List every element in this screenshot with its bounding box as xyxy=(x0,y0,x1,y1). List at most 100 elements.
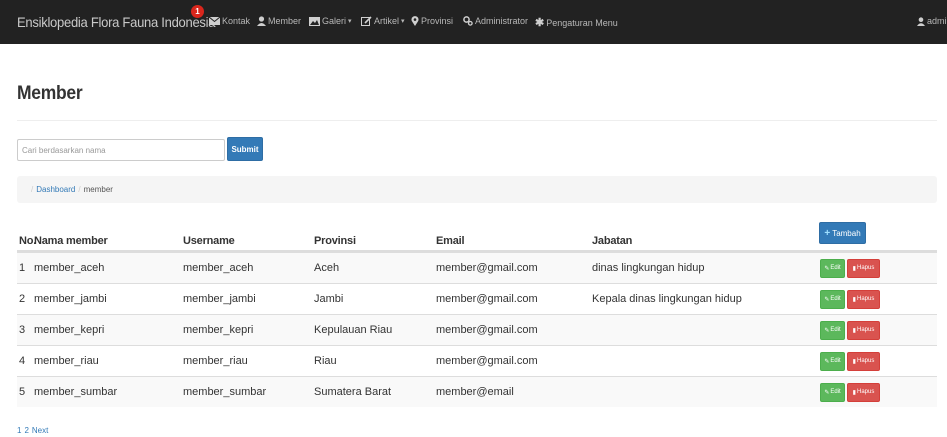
nav-galeri-label: Galeri xyxy=(322,16,347,26)
delete-label: Hapus xyxy=(856,327,875,333)
nav-artikel[interactable]: Artikel ▾ xyxy=(361,16,405,26)
table-row: 4 member_riau member_riau Riau member@gm… xyxy=(17,345,937,376)
cell-provinsi: Kepulauan Riau xyxy=(314,324,393,336)
cell-email: member@email xyxy=(436,386,514,398)
user-icon xyxy=(257,16,266,26)
cell-nama: member_kepri xyxy=(34,324,105,336)
cell-username: member_kepri xyxy=(183,324,254,336)
table-header-row: No. Nama member Username Provinsi Email … xyxy=(17,222,937,252)
nav-pengaturan-menu[interactable]: ✱ Pengaturan Menu xyxy=(535,16,618,29)
nav-administrator[interactable]: Administrator xyxy=(463,16,528,26)
edit-button[interactable]: ✎ Edit xyxy=(820,320,845,340)
edit-icon: ✎ xyxy=(824,358,830,365)
edit-label: Edit xyxy=(830,327,841,333)
edit-button[interactable]: ✎ Edit xyxy=(820,289,845,309)
breadcrumb-member: member xyxy=(83,185,113,194)
cell-email: member@gmail.com xyxy=(436,262,538,274)
cogs-icon xyxy=(463,16,473,26)
delete-label: Hapus xyxy=(856,389,875,395)
submit-button[interactable]: Submit xyxy=(227,137,263,161)
delete-button[interactable]: ▮ Hapus xyxy=(847,382,880,402)
plus-icon: + xyxy=(824,227,831,239)
user-icon xyxy=(917,16,925,26)
cell-nama: member_sumbar xyxy=(34,386,118,398)
cell-username: member_jambi xyxy=(183,293,256,305)
trash-icon: ▮ xyxy=(852,358,856,365)
cell-email: member@gmail.com xyxy=(436,324,538,336)
cell-email: member@gmail.com xyxy=(436,293,538,305)
delete-button[interactable]: ▮ Hapus xyxy=(847,320,880,340)
cell-username: member_aceh xyxy=(183,262,254,274)
nav-member[interactable]: Member xyxy=(257,16,301,26)
table-row: 3 member_kepri member_kepri Kepulauan Ri… xyxy=(17,314,937,345)
header-jabatan: Jabatan xyxy=(592,235,633,247)
nav-artikel-label: Artikel xyxy=(374,16,400,26)
edit-icon: ✎ xyxy=(824,265,830,272)
edit-label: Edit xyxy=(830,265,841,271)
page-link-2[interactable]: 2 xyxy=(24,426,28,435)
edit-label: Edit xyxy=(830,389,841,395)
edit-button[interactable]: ✎ Edit xyxy=(820,258,845,278)
nav-galeri[interactable]: Galeri ▾ xyxy=(309,16,352,26)
header-email: Email xyxy=(436,235,465,247)
delete-button[interactable]: ▮ Hapus xyxy=(847,258,880,278)
user-menu-label: admin xyxy=(927,16,947,26)
edit-icon: ✎ xyxy=(824,389,830,396)
nav-administrator-label: Administrator xyxy=(475,16,529,26)
row-actions: ✎ Edit ▮ Hapus xyxy=(820,315,880,345)
pagination: 1 2 Next xyxy=(17,426,48,435)
user-menu[interactable]: admin xyxy=(917,16,947,26)
top-navbar: Ensiklopedia Flora Fauna Indonesia 1 Kon… xyxy=(0,0,947,44)
nav-kontak[interactable]: Kontak xyxy=(209,16,250,26)
cell-username: member_sumbar xyxy=(183,386,267,398)
brand-title[interactable]: Ensiklopedia Flora Fauna Indonesia xyxy=(17,14,216,30)
table-row: 5 member_sumbar member_sumbar Sumatera B… xyxy=(17,376,937,407)
cell-nama: member_aceh xyxy=(34,262,105,274)
edit-button[interactable]: ✎ Edit xyxy=(820,351,845,371)
member-table: No. Nama member Username Provinsi Email … xyxy=(17,222,937,407)
cell-username: member_riau xyxy=(183,355,248,367)
cell-jabatan: dinas lingkungan hidup xyxy=(592,262,705,274)
nav-provinsi-label: Provinsi xyxy=(421,16,454,26)
add-member-button[interactable]: + Tambah xyxy=(819,222,866,244)
asterisk-icon: ✱ xyxy=(535,17,545,29)
header-username: Username xyxy=(183,235,235,247)
cell-no: 2 xyxy=(19,293,26,305)
row-actions: ✎ Edit ▮ Hapus xyxy=(820,377,880,407)
trash-icon: ▮ xyxy=(852,327,856,334)
page-link-1[interactable]: 1 xyxy=(17,426,21,435)
delete-label: Hapus xyxy=(856,265,875,271)
next-page-link[interactable]: Next xyxy=(32,426,48,435)
edit-icon xyxy=(361,16,372,26)
nav-pengaturan-menu-label: Pengaturan Menu xyxy=(546,17,618,28)
nav-kontak-label: Kontak xyxy=(222,16,251,26)
nav-provinsi[interactable]: Provinsi xyxy=(411,16,453,26)
trash-icon: ▮ xyxy=(852,389,856,396)
header-nama-member: Nama member xyxy=(34,235,108,247)
edit-button[interactable]: ✎ Edit xyxy=(820,382,845,402)
breadcrumb-separator: / xyxy=(31,185,34,194)
delete-button[interactable]: ▮ Hapus xyxy=(847,289,880,309)
edit-icon: ✎ xyxy=(824,296,830,303)
breadcrumb-dashboard[interactable]: Dashboard xyxy=(36,185,75,194)
table-row: 1 member_aceh member_aceh Aceh member@gm… xyxy=(17,252,937,283)
delete-label: Hapus xyxy=(856,296,875,302)
notification-badge[interactable]: 1 xyxy=(191,5,204,18)
divider xyxy=(17,120,937,121)
cell-provinsi: Jambi xyxy=(314,293,344,305)
delete-button[interactable]: ▮ Hapus xyxy=(847,351,880,371)
edit-label: Edit xyxy=(830,296,841,302)
table-row: 2 member_jambi member_jambi Jambi member… xyxy=(17,283,937,314)
chevron-down-icon: ▾ xyxy=(401,18,405,25)
cell-no: 1 xyxy=(19,262,26,274)
cell-provinsi: Aceh xyxy=(314,262,340,274)
breadcrumb: / Dashboard / member xyxy=(17,176,937,203)
cell-jabatan: Kepala dinas lingkungan hidup xyxy=(592,293,742,305)
cell-no: 3 xyxy=(19,324,26,336)
chevron-down-icon: ▾ xyxy=(348,18,352,25)
search-input[interactable] xyxy=(17,139,225,161)
trash-icon: ▮ xyxy=(852,265,856,272)
cell-provinsi: Sumatera Barat xyxy=(314,386,392,398)
row-actions: ✎ Edit ▮ Hapus xyxy=(820,346,880,376)
map-marker-icon xyxy=(411,16,419,26)
